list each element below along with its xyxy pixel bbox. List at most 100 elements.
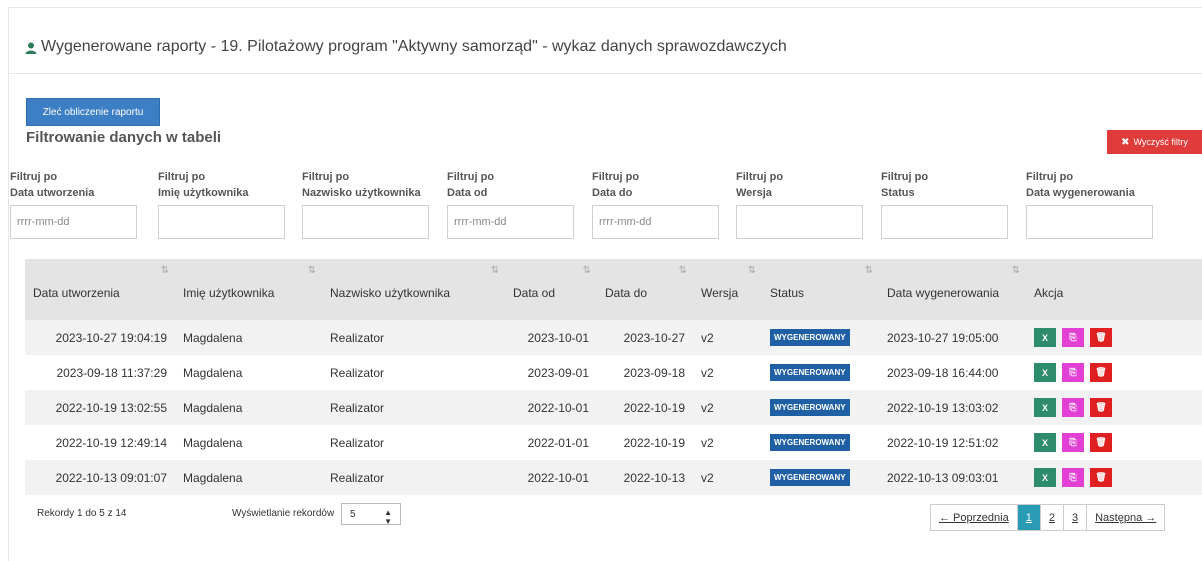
- cell-imie: Magdalena: [183, 400, 243, 415]
- status-badge: WYGENEROWANY: [770, 329, 850, 346]
- filter-label-field: Data wygenerowania: [1026, 187, 1135, 199]
- filter-data-od: Filtruj po Data od: [447, 169, 574, 239]
- cell-data-od: 2023-10-01: [527, 330, 589, 345]
- cell-data-utworzenia: 2022-10-13 09:01:07: [55, 470, 167, 485]
- page-title-text: Wygenerowane raporty - 19. Pilotażowy pr…: [41, 38, 787, 55]
- cell-wersja: v2: [701, 435, 714, 450]
- trash-icon[interactable]: 🗑: [1090, 328, 1112, 347]
- trash-icon[interactable]: 🗑: [1090, 468, 1112, 487]
- pdf-icon[interactable]: ⎘: [1062, 398, 1084, 417]
- column-header-data-wygenerowania[interactable]: Data wygenerowania ⇅: [879, 259, 1026, 320]
- cell-imie: Magdalena: [183, 470, 243, 485]
- cell-data-do: 2022-10-19: [623, 400, 685, 415]
- column-header-wersja[interactable]: Wersja ⇅: [693, 259, 762, 320]
- trash-icon[interactable]: 🗑: [1090, 398, 1112, 417]
- excel-icon[interactable]: X: [1034, 363, 1056, 382]
- cell-status: WYGENEROWANY: [762, 460, 879, 495]
- filter-data-utworzenia: Filtruj po Data utworzenia: [10, 169, 137, 239]
- filter-wersja: Filtruj po Wersja: [736, 169, 863, 239]
- filter-label-field: Data utworzenia: [10, 187, 95, 199]
- cell-wersja: v2: [701, 400, 714, 415]
- page-button-1[interactable]: 1: [1017, 505, 1041, 530]
- chevron-updown-icon: ▲ ▼: [384, 508, 392, 526]
- cell-status: WYGENEROWANY: [762, 425, 879, 460]
- cell-nazwisko: Realizator: [330, 470, 385, 485]
- filter-imie-input[interactable]: [158, 205, 285, 239]
- filter-label-field: Data od: [447, 187, 488, 199]
- filter-status-input[interactable]: [881, 205, 1008, 239]
- filter-data-wygenerowania: Filtruj po Data wygenerowania: [1026, 169, 1153, 239]
- table-row: 2022-10-13 09:01:07 Magdalena Realizator…: [25, 460, 1202, 495]
- cell-actions: X ⎘ 🗑: [1026, 355, 1202, 390]
- filter-data-do-input[interactable]: [592, 205, 719, 239]
- excel-icon[interactable]: X: [1034, 328, 1056, 347]
- excel-icon[interactable]: X: [1034, 468, 1056, 487]
- excel-icon[interactable]: X: [1034, 433, 1056, 452]
- cell-data-od: 2022-01-01: [527, 435, 589, 450]
- cell-imie: Magdalena: [183, 330, 243, 345]
- next-page-button[interactable]: Następna →: [1087, 505, 1164, 530]
- pdf-icon[interactable]: ⎘: [1062, 328, 1084, 347]
- status-badge: WYGENEROWANY: [770, 364, 850, 381]
- table-row: 2022-10-19 12:49:14 Magdalena Realizator…: [25, 425, 1202, 460]
- filter-label-field: Nazwisko użytkownika: [302, 187, 421, 199]
- status-badge: WYGENEROWANY: [770, 399, 850, 416]
- table-row: 2023-09-18 11:37:29 Magdalena Realizator…: [25, 355, 1202, 390]
- pdf-icon[interactable]: ⎘: [1062, 433, 1084, 452]
- filter-data-wygenerowania-input[interactable]: [1026, 205, 1153, 239]
- filter-status: Filtruj po Status: [881, 169, 1008, 239]
- user-icon: [25, 41, 37, 54]
- column-header-label: Akcja: [1034, 285, 1064, 300]
- filter-data-od-input[interactable]: [447, 205, 574, 239]
- cell-data-utworzenia: 2022-10-19 13:02:55: [55, 400, 167, 415]
- cell-data-od: 2022-10-01: [527, 470, 589, 485]
- filter-wersja-input[interactable]: [736, 205, 863, 239]
- column-header-data-od[interactable]: Data od ⇅: [505, 259, 597, 320]
- filter-label: Filtruj po: [736, 171, 784, 183]
- sort-icon: ⇅: [747, 265, 757, 276]
- filter-data-utworzenia-input[interactable]: [10, 205, 137, 239]
- cell-data-wygenerowania: 2022-10-19 13:03:02: [887, 400, 999, 415]
- trash-icon[interactable]: 🗑: [1090, 363, 1112, 382]
- column-header-label: Data od: [513, 285, 556, 300]
- cell-data-utworzenia: 2023-10-27 19:04:19: [55, 330, 167, 345]
- column-header-akcja: Akcja: [1026, 259, 1202, 320]
- pdf-icon[interactable]: ⎘: [1062, 468, 1084, 487]
- cell-wersja: v2: [701, 330, 714, 345]
- filter-label-field: Data do: [592, 187, 633, 199]
- column-header-data-do[interactable]: Data do ⇅: [597, 259, 693, 320]
- filter-label: Filtruj po: [881, 171, 929, 183]
- panel-header: Wygenerowane raporty - 19. Pilotażowy pr…: [9, 8, 1202, 74]
- column-header-nazwisko[interactable]: Nazwisko użytkownika ⇅: [322, 259, 505, 320]
- excel-icon[interactable]: X: [1034, 398, 1056, 417]
- cell-wersja: v2: [701, 470, 714, 485]
- filter-label-field: Imię użytkownika: [158, 187, 249, 199]
- cell-nazwisko: Realizator: [330, 330, 385, 345]
- trash-icon[interactable]: 🗑: [1090, 433, 1112, 452]
- filter-label: Filtruj po: [592, 171, 640, 183]
- clear-filters-button[interactable]: ✖ Wyczyść filtry: [1107, 130, 1202, 154]
- column-header-label: Data utworzenia: [33, 285, 120, 300]
- cell-imie: Magdalena: [183, 365, 243, 380]
- page-title: Wygenerowane raporty - 19. Pilotażowy pr…: [25, 38, 787, 56]
- filter-label: Filtruj po: [302, 171, 350, 183]
- column-header-imie[interactable]: Imię użytkownika ⇅: [175, 259, 322, 320]
- column-header-data-utworzenia[interactable]: Data utworzenia ⇅: [25, 259, 175, 320]
- cell-imie: Magdalena: [183, 435, 243, 450]
- page-button-2[interactable]: 2: [1041, 505, 1064, 530]
- cell-status: WYGENEROWANY: [762, 390, 879, 425]
- column-header-status[interactable]: Status ⇅: [762, 259, 879, 320]
- cell-data-utworzenia: 2022-10-19 12:49:14: [55, 435, 167, 450]
- filter-label-field: Wersja: [736, 187, 772, 199]
- sort-icon: ⇅: [678, 265, 688, 276]
- order-report-button[interactable]: Zleć obliczenie raportu: [26, 98, 160, 126]
- pdf-icon[interactable]: ⎘: [1062, 363, 1084, 382]
- prev-page-button[interactable]: ← Poprzednia: [931, 505, 1018, 530]
- filter-nazwisko-input[interactable]: [302, 205, 429, 239]
- cell-actions: X ⎘ 🗑: [1026, 390, 1202, 425]
- records-per-page-select[interactable]: 5 ▲ ▼: [341, 503, 401, 526]
- sort-icon: ⇅: [307, 265, 317, 276]
- page-button-3[interactable]: 3: [1064, 505, 1088, 530]
- status-badge: WYGENEROWANY: [770, 469, 850, 486]
- column-header-label: Nazwisko użytkownika: [330, 285, 451, 300]
